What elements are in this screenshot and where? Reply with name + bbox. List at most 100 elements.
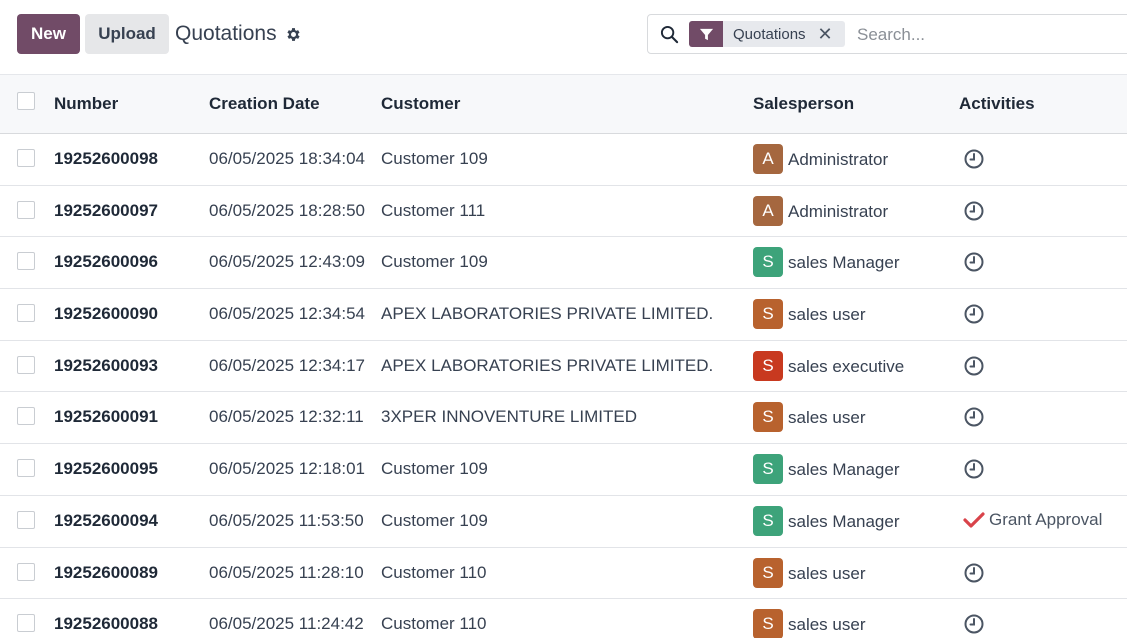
avatar[interactable]: A (753, 144, 783, 174)
row-checkbox[interactable] (17, 562, 35, 581)
quotation-number: 19252600095 (54, 459, 159, 479)
new-button[interactable]: New (17, 14, 80, 54)
avatar[interactable]: S (753, 505, 783, 536)
control-panel: New Upload Quotations Quotations ✕ (0, 0, 1127, 74)
salesperson-name: sales executive (788, 356, 905, 376)
page-title: Quotations (175, 22, 277, 45)
salesperson-name: Administrator (788, 150, 889, 169)
salesperson-name: sales user (788, 305, 866, 325)
column-header-customer[interactable]: Customer (381, 94, 460, 114)
row-checkbox[interactable] (17, 149, 35, 167)
table-row[interactable]: 19252600093 06/05/2025 12:34:17 APEX LABOR… (0, 340, 1127, 393)
creation-date: 06/05/2025 11:28:10 (209, 562, 364, 582)
avatar[interactable]: S (753, 557, 783, 588)
creation-date: 06/05/2025 18:34:04 (209, 149, 365, 168)
table-body: 19252600098 06/05/2025 18:34:04 Customer 1… (0, 134, 1127, 638)
row-checkbox[interactable] (17, 252, 35, 271)
table-row[interactable]: 19252600089 06/05/2025 11:28:10 Customer 1… (0, 547, 1127, 600)
row-checkbox[interactable] (17, 459, 35, 478)
clock-icon[interactable] (963, 458, 985, 480)
quotation-number: 19252600091 (54, 407, 159, 427)
gear-icon[interactable] (285, 26, 302, 43)
select-all-checkbox[interactable] (17, 92, 35, 110)
avatar[interactable]: S (753, 247, 783, 278)
creation-date: 06/05/2025 12:32:11 (209, 407, 364, 427)
salesperson-name: sales user (788, 563, 866, 583)
creation-date: 06/05/2025 12:18:01 (209, 459, 365, 479)
creation-date: 06/05/2025 11:53:50 (209, 510, 364, 530)
customer-name: Customer 111 (381, 200, 486, 220)
row-checkbox[interactable] (17, 200, 35, 219)
quotation-number: 19252600098 (54, 149, 159, 168)
clock-icon[interactable] (963, 355, 985, 377)
filter-icon (689, 21, 723, 47)
customer-name: Customer 109 (381, 510, 488, 530)
activity-label: Grant Approval (989, 509, 1103, 529)
search-icon[interactable] (660, 25, 679, 44)
clock-icon[interactable] (963, 406, 985, 428)
search-bar[interactable]: Quotations ✕ (647, 14, 1127, 54)
upload-button[interactable]: Upload (85, 14, 169, 54)
table-header: Number Creation Date Customer Salesperso… (0, 74, 1127, 134)
customer-name: Customer 109 (381, 252, 488, 272)
column-header-activities[interactable]: Activities (959, 94, 1035, 114)
salesperson-name: sales user (788, 408, 866, 428)
salesperson-name: Administrator (788, 201, 889, 221)
quotation-number: 19252600088 (54, 614, 159, 634)
customer-name: Customer 110 (381, 562, 487, 582)
clock-icon[interactable] (963, 148, 985, 170)
close-icon[interactable]: ✕ (818, 25, 833, 43)
row-checkbox[interactable] (17, 510, 35, 529)
quotation-number: 19252600093 (54, 355, 159, 375)
customer-name: 3XPER INNOVENTURE LIMITED (381, 407, 637, 427)
salesperson-name: sales Manager (788, 253, 900, 273)
search-input[interactable] (857, 24, 1127, 46)
avatar[interactable]: S (753, 350, 783, 381)
salesperson-name: sales Manager (788, 511, 900, 531)
avatar[interactable]: A (753, 195, 783, 226)
activity-grant-approval[interactable]: Grant Approval (963, 510, 1102, 530)
creation-date: 06/05/2025 12:43:09 (209, 252, 365, 272)
table-row[interactable]: 19252600098 06/05/2025 18:34:04 Customer 1… (0, 134, 1127, 186)
row-checkbox[interactable] (17, 407, 35, 426)
customer-name: Customer 110 (381, 614, 487, 634)
salesperson-name: sales Manager (788, 460, 900, 480)
salesperson-name: sales user (788, 615, 866, 635)
row-checkbox[interactable] (17, 304, 35, 323)
table-row[interactable]: 19252600090 06/05/2025 12:34:54 APEX LABOR… (0, 289, 1127, 341)
creation-date: 06/05/2025 12:34:17 (209, 355, 365, 375)
facet-label: Quotations (733, 25, 806, 43)
customer-name: APEX LABORATORIES PRIVATE LIMITED. (381, 355, 714, 375)
avatar[interactable]: S (753, 454, 783, 485)
clock-icon[interactable] (963, 613, 985, 635)
table-row[interactable]: 19252600088 06/05/2025 11:24:42 Customer 1… (0, 599, 1127, 638)
customer-name: APEX LABORATORIES PRIVATE LIMITED. (381, 304, 714, 324)
avatar[interactable]: S (753, 402, 783, 433)
creation-date: 06/05/2025 11:24:42 (209, 614, 364, 634)
column-header-salesperson[interactable]: Salesperson (753, 94, 854, 114)
column-header-creation-date[interactable]: Creation Date (209, 94, 320, 114)
column-header-number[interactable]: Number (54, 94, 118, 114)
creation-date: 06/05/2025 12:34:54 (209, 304, 365, 324)
table-row[interactable]: 19252600095 06/05/2025 12:18:01 Customer 1… (0, 444, 1127, 496)
row-checkbox[interactable] (17, 355, 35, 374)
customer-name: Customer 109 (381, 459, 488, 479)
table-row[interactable]: 19252600097 06/05/2025 18:28:50 Customer 1… (0, 185, 1127, 238)
quotation-number: 19252600089 (54, 562, 159, 582)
table-row[interactable]: 19252600094 06/05/2025 11:53:50 Customer 1… (0, 495, 1127, 548)
quotation-number: 19252600097 (54, 200, 159, 220)
check-icon (963, 512, 985, 528)
clock-icon[interactable] (963, 562, 985, 584)
row-checkbox[interactable] (17, 614, 35, 633)
clock-icon[interactable] (963, 303, 985, 325)
clock-icon[interactable] (963, 251, 985, 273)
table-row[interactable]: 19252600091 06/05/2025 12:32:11 3XPER INNO… (0, 392, 1127, 445)
creation-date: 06/05/2025 18:28:50 (209, 200, 365, 220)
table-row[interactable]: 19252600096 06/05/2025 12:43:09 Customer 1… (0, 237, 1127, 290)
avatar[interactable]: S (753, 299, 783, 330)
quotations-table: Number Creation Date Customer Salesperso… (0, 74, 1127, 638)
avatar[interactable]: S (753, 609, 783, 638)
quotation-number: 19252600096 (54, 252, 159, 272)
clock-icon[interactable] (963, 200, 985, 222)
search-facet: Quotations ✕ (689, 21, 845, 47)
